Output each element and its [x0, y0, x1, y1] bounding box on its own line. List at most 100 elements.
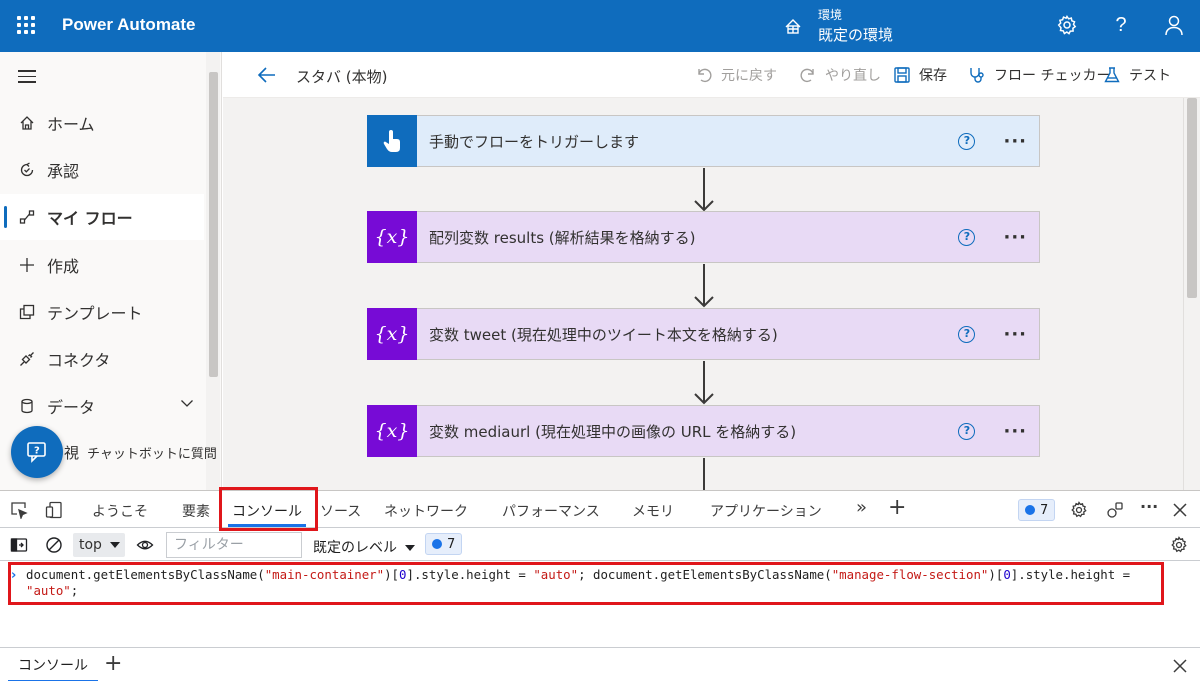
tab-welcome[interactable]: ようこそ [92, 501, 148, 521]
chatbot-button[interactable]: ? [11, 426, 63, 478]
flow-step-variable-results[interactable]: {x} 配列変数 results (解析結果を格納する) ? ··· [367, 210, 1040, 263]
customize-icon[interactable] [1106, 501, 1124, 519]
stethoscope-icon [968, 66, 986, 84]
flow-step-variable-tweet[interactable]: {x} 変数 tweet (現在処理中のツイート本文を格納する) ? ··· [367, 307, 1040, 360]
flow-step-trigger[interactable]: 手動でフローをトリガーします ? ··· [367, 114, 1040, 167]
inspect-element-icon[interactable] [10, 501, 28, 519]
variable-icon: {x} [367, 210, 417, 263]
console-settings-icon[interactable] [1170, 536, 1188, 554]
console-messages-badge[interactable]: 7 [425, 533, 463, 555]
device-emulation-icon[interactable] [45, 501, 63, 519]
home-icon [17, 115, 37, 131]
environment-name[interactable]: 既定の環境 [818, 24, 893, 45]
undo-button[interactable]: 元に戻す [695, 65, 777, 85]
settings-icon[interactable] [1056, 14, 1078, 36]
more-options-icon[interactable]: ··· [1003, 131, 1027, 152]
caret-down-icon [405, 545, 415, 551]
drawer-tab-console[interactable]: コンソール [8, 648, 98, 681]
save-label: 保存 [919, 68, 947, 84]
database-icon [17, 398, 37, 414]
plus-icon [17, 257, 37, 273]
back-arrow-icon[interactable] [257, 65, 277, 85]
redo-button[interactable]: やり直し [799, 65, 881, 85]
connector-icon [17, 351, 37, 367]
sidebar-scrollbar[interactable] [206, 52, 220, 490]
more-options-icon[interactable]: ··· [1140, 497, 1158, 516]
redo-label: やり直し [825, 68, 881, 84]
flow-title: スタバ (本物) [296, 68, 388, 86]
variable-icon: {x} [367, 404, 417, 457]
variable-icon: {x} [367, 307, 417, 360]
close-icon[interactable] [1172, 502, 1188, 518]
step-title: 配列変数 results (解析結果を格納する) [429, 228, 696, 247]
tab-network[interactable]: ネットワーク [384, 501, 468, 521]
sidebar-item-templates[interactable]: テンプレート [0, 289, 204, 335]
sidebar-item-home[interactable]: ホーム [0, 100, 204, 146]
environment-icon[interactable] [783, 16, 803, 36]
log-levels-dropdown[interactable]: 既定のレベル [313, 537, 415, 557]
flow-checker-label: フロー チェッカー [994, 68, 1111, 84]
issues-badge[interactable]: 7 [1018, 499, 1056, 521]
add-tab-icon[interactable]: + [888, 497, 906, 519]
flow-connector-arrow [694, 361, 714, 405]
sidebar-item-label: 承認 [47, 162, 80, 181]
left-navigation: ホーム 承認 マイ フロー 作成 テンプレート コネクタ データ [0, 52, 222, 490]
context-selector[interactable]: top [73, 533, 125, 557]
sidebar-item-approvals[interactable]: 承認 [0, 147, 204, 193]
help-icon[interactable]: ? [958, 132, 976, 150]
more-options-icon[interactable]: ··· [1003, 227, 1027, 248]
message-icon [1025, 505, 1035, 515]
flow-checker-button[interactable]: フロー チェッカー [968, 65, 1110, 85]
sidebar-item-label: ホーム [47, 115, 95, 134]
templates-icon [17, 304, 37, 320]
flow-connector-arrow [694, 168, 714, 212]
tab-memory[interactable]: メモリ [632, 501, 674, 521]
sidebar-item-connectors[interactable]: コネクタ [0, 336, 204, 382]
app-title[interactable]: Power Automate [62, 15, 196, 35]
flow-designer-canvas: 手動でフローをトリガーします ? ··· {x} 配列変数 results (解… [223, 98, 1183, 490]
highlight-console-command [8, 562, 1164, 605]
tab-performance[interactable]: パフォーマンス [502, 501, 600, 521]
sidebar-partial-label: 視 [64, 444, 80, 462]
clear-console-icon[interactable] [45, 536, 63, 554]
sidebar-item-data[interactable]: データ [0, 383, 204, 429]
flask-icon [1103, 66, 1121, 84]
save-button[interactable]: 保存 [893, 65, 947, 85]
canvas-scrollbar[interactable] [1183, 98, 1200, 490]
message-count: 7 [447, 536, 456, 552]
flow-step-variable-mediaurl[interactable]: {x} 変数 mediaurl (現在処理中の画像の URL を格納する) ? … [367, 404, 1040, 457]
tab-sources[interactable]: ソース [320, 501, 361, 521]
help-icon[interactable]: ? [958, 228, 976, 246]
more-options-icon[interactable]: ··· [1003, 324, 1027, 345]
help-icon[interactable]: ? [958, 325, 976, 343]
app-header: Power Automate 環境 既定の環境 ? [0, 0, 1200, 52]
log-levels-label: 既定のレベル [313, 540, 397, 556]
chatbot-label: 視チャットボットに質問 [64, 442, 217, 463]
save-icon [893, 66, 911, 84]
sidebar-item-my-flows[interactable]: マイ フロー [0, 194, 204, 240]
flow-connector-arrow [703, 458, 705, 490]
more-tabs-icon[interactable]: » [856, 497, 867, 518]
chevron-down-icon[interactable] [180, 396, 194, 410]
account-icon[interactable] [1163, 14, 1185, 36]
add-drawer-tab-icon[interactable]: + [104, 653, 122, 675]
live-expression-eye-icon[interactable] [136, 536, 154, 554]
settings-icon[interactable] [1070, 501, 1088, 519]
more-options-icon[interactable]: ··· [1003, 421, 1027, 442]
console-filter-input[interactable] [166, 532, 302, 558]
test-button[interactable]: テスト [1103, 65, 1171, 85]
command-bar: スタバ (本物) 元に戻す やり直し 保存 フロー チェッカー テスト [223, 52, 1200, 98]
my-flows-icon [17, 209, 37, 225]
redo-icon [799, 66, 817, 84]
flow-connector-arrow [694, 264, 714, 308]
tab-elements[interactable]: 要素 [182, 501, 210, 521]
help-icon[interactable]: ? [1110, 14, 1132, 36]
hamburger-menu-icon[interactable] [18, 70, 36, 83]
waffle-icon[interactable] [17, 16, 35, 34]
sidebar-item-create[interactable]: 作成 [0, 242, 204, 288]
tab-application[interactable]: アプリケーション [710, 501, 822, 521]
sidebar-item-label: データ [47, 398, 96, 417]
close-drawer-icon[interactable] [1172, 658, 1188, 674]
sidebar-toggle-icon[interactable] [10, 536, 28, 554]
help-icon[interactable]: ? [958, 422, 976, 440]
